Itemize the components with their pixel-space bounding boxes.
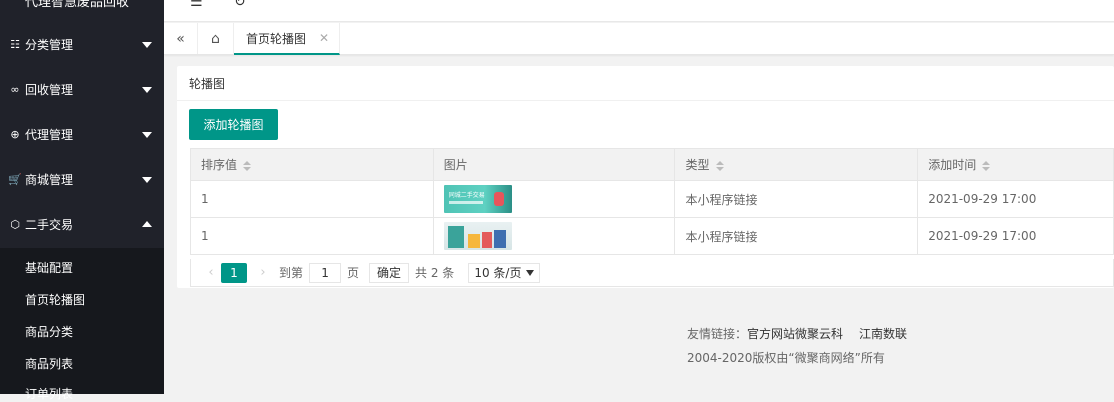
- thumbnail-figure: [493, 192, 504, 206]
- pager-total: 共 2 条: [415, 266, 455, 280]
- menu-category-management[interactable]: ☷ 分类管理: [0, 22, 164, 67]
- cell-sort: 1: [190, 217, 434, 255]
- column-header-sort[interactable]: 排序值: [190, 148, 434, 181]
- pager-goto-input[interactable]: [309, 262, 342, 283]
- box-icon: ⬡: [10, 218, 20, 231]
- pager-confirm-button[interactable]: 确定: [369, 262, 410, 283]
- banner-thumbnail[interactable]: 同城二手交易: [443, 185, 512, 213]
- tab-banner[interactable]: 首页轮播图 ✕: [234, 23, 340, 55]
- page-size-value: 10 条/页: [474, 266, 522, 280]
- menu-label: 回收管理: [25, 83, 74, 97]
- app-title: 代理智慧废品回收: [25, 0, 130, 10]
- thumbnail-text: 同城二手交易: [448, 192, 485, 199]
- refresh-icon[interactable]: ↻: [234, 0, 246, 10]
- pagination: ‹ 1 › 到第 页 确定 共 2 条 10 条/页: [190, 259, 1114, 287]
- thumbnail-shape: [493, 230, 506, 248]
- cell-sort: 1: [190, 180, 434, 218]
- chevron-up-icon: [142, 221, 152, 227]
- add-banner-button[interactable]: 添加轮播图: [189, 109, 278, 140]
- menu-label: 商城管理: [25, 173, 74, 187]
- table-row: 1 本小程序链接 2021-09-29 17:00: [190, 217, 1114, 255]
- submenu-item-basic-config[interactable]: 基础配置: [25, 259, 73, 276]
- tab-label: 首页轮播图: [246, 31, 307, 46]
- tab-bar: « ⌂ 首页轮播图 ✕: [164, 23, 1114, 55]
- sort-icon[interactable]: [982, 160, 991, 171]
- tabs-prev-icon[interactable]: «: [164, 23, 198, 54]
- submenu-item-banner[interactable]: 首页轮播图: [25, 291, 85, 308]
- footer-links: 友情链接：官方网站微聚云科 江南数联: [687, 325, 907, 342]
- column-header-image: 图片: [432, 148, 676, 181]
- caret-down-icon: [526, 269, 535, 276]
- pager-next-icon[interactable]: ›: [253, 265, 273, 280]
- chevron-down-icon: [142, 177, 152, 183]
- page-size-select[interactable]: 10 条/页: [468, 262, 541, 283]
- banner-table: 排序值 图片 类型 添加时间 1 同城二手交易 本小程序链接 2021-09-2…: [190, 148, 1114, 255]
- thumbnail-bar: [448, 201, 483, 204]
- category-icon: ☷: [10, 38, 20, 51]
- cell-time: 2021-09-29 17:00: [917, 180, 1114, 218]
- cell-time: 2021-09-29 17:00: [917, 217, 1114, 255]
- pager-prev-icon[interactable]: ‹: [201, 265, 221, 280]
- sidebar: 代理智慧废品回收 ☷ 分类管理 ∞ 回收管理 ⊕ 代理管理 🛒 商城管理 ⬡ 二…: [0, 0, 164, 401]
- menu-label: 二手交易: [25, 218, 74, 232]
- banner-card: 轮播图 添加轮播图 排序值 图片 类型 添加时间 1 同城二手交易 本小程序链接…: [177, 66, 1114, 288]
- cart-icon: 🛒: [8, 173, 22, 186]
- thumbnail-shape: [467, 234, 480, 248]
- pager-current-page[interactable]: 1: [221, 262, 247, 283]
- column-header-time[interactable]: 添加时间: [917, 148, 1114, 181]
- sort-icon[interactable]: [243, 160, 252, 171]
- table-row: 1 同城二手交易 本小程序链接 2021-09-29 17:00: [190, 180, 1114, 218]
- thumbnail-shape: [447, 226, 464, 248]
- menu-agent-management[interactable]: ⊕ 代理管理: [0, 112, 164, 157]
- footer-link-jiangnan[interactable]: 江南数联: [859, 327, 907, 341]
- pager-goto-label: 到第: [279, 266, 304, 280]
- table-header-row: 排序值 图片 类型 添加时间: [190, 148, 1114, 181]
- menu-label: 分类管理: [25, 38, 74, 52]
- menu-recycle-management[interactable]: ∞ 回收管理: [0, 67, 164, 112]
- menu-secondhand-trade[interactable]: ⬡ 二手交易: [0, 202, 164, 247]
- cell-image: 同城二手交易: [432, 180, 676, 218]
- footer-links-label: 友情链接：: [687, 327, 748, 341]
- footer-link-official[interactable]: 官方网站微聚云科: [747, 327, 843, 341]
- thumbnail-shape: [481, 232, 492, 248]
- sort-icon[interactable]: [715, 160, 724, 171]
- cell-image: [432, 217, 676, 255]
- submenu-item-goods-list[interactable]: 商品列表: [25, 355, 73, 372]
- menu-toggle-icon[interactable]: ☰: [190, 0, 203, 10]
- card-title: 轮播图: [177, 66, 1114, 101]
- chevron-down-icon: [142, 132, 152, 138]
- chevron-down-icon: [142, 42, 152, 48]
- home-icon[interactable]: ⌂: [198, 23, 234, 54]
- recycle-icon: ∞: [10, 83, 20, 96]
- submenu: 基础配置 首页轮播图 商品分类 商品列表 订单列表: [0, 248, 164, 401]
- chevron-down-icon: [142, 87, 152, 93]
- banner-thumbnail[interactable]: [443, 222, 512, 250]
- cell-type: 本小程序链接: [674, 217, 919, 255]
- pager-page-label: 页: [347, 266, 360, 280]
- agent-icon: ⊕: [10, 128, 20, 141]
- cell-type: 本小程序链接: [674, 180, 919, 218]
- submenu-item-goods-category[interactable]: 商品分类: [25, 323, 73, 340]
- menu-mall-management[interactable]: 🛒 商城管理: [0, 157, 164, 202]
- menu-label: 代理管理: [25, 128, 74, 142]
- column-header-type[interactable]: 类型: [674, 148, 919, 181]
- close-icon[interactable]: ✕: [319, 31, 329, 45]
- footer-copyright: 2004-2020版权由“微聚商网络”所有: [687, 351, 885, 365]
- top-bar: ☰ ↻: [164, 0, 1114, 22]
